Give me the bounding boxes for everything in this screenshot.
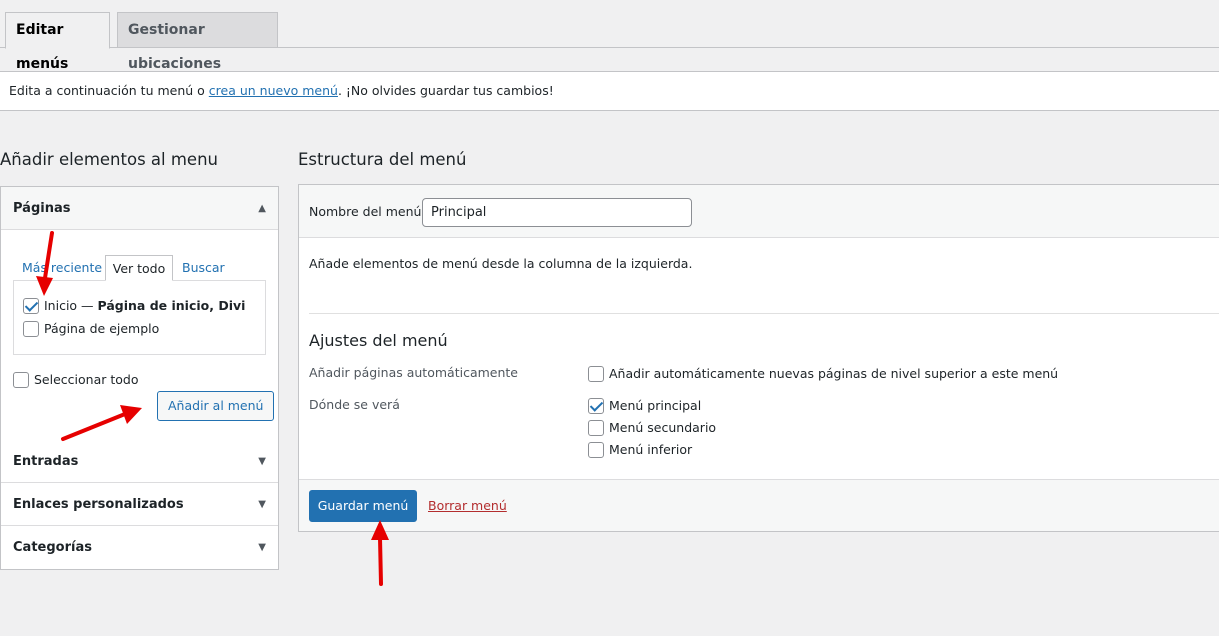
annotation-arrow	[36, 231, 54, 296]
annotation-arrow	[61, 405, 142, 441]
annotation-arrow	[371, 520, 389, 586]
annotation-arrows	[36, 231, 389, 586]
subtab-view-all[interactable]: Ver todo	[105, 255, 173, 281]
